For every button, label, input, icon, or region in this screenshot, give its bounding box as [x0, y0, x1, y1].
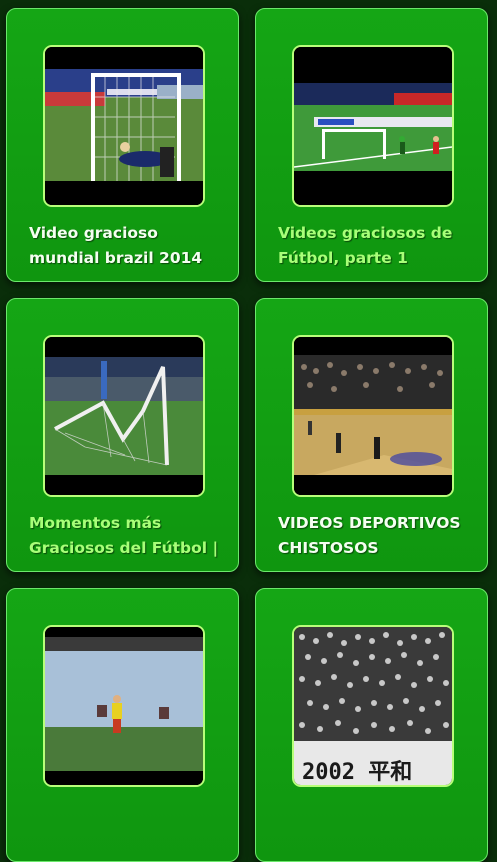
stadium-banner-text: 2002 平和 [302, 760, 412, 785]
video-card[interactable]: VIDEOS DEPORTIVOS CHISTOSOS [255, 298, 488, 572]
video-card[interactable] [6, 588, 239, 862]
video-title: Video gracioso mundial brazil 2014 [29, 224, 203, 267]
video-thumbnail[interactable]: 2002 平和 [292, 625, 454, 787]
video-thumbnail[interactable] [43, 625, 205, 787]
video-grid: Video gracioso mundial brazil 2014 Video… [0, 0, 497, 862]
goalkeeper-yellow-kit-thumbnail [45, 627, 203, 785]
video-thumbnail[interactable] [43, 45, 205, 207]
video-card[interactable]: Video gracioso mundial brazil 2014 [6, 8, 239, 282]
video-card[interactable]: Momentos más Graciosos del Fútbol | [6, 298, 239, 572]
video-title [278, 801, 478, 853]
video-title [29, 801, 229, 853]
video-title: Momentos más Graciosos del Fútbol | [29, 514, 219, 557]
video-thumbnail[interactable] [43, 335, 205, 497]
video-title: VIDEOS DEPORTIVOS CHISTOSOS [278, 514, 461, 557]
video-thumbnail[interactable] [292, 335, 454, 497]
video-card[interactable]: 2002 平和 [255, 588, 488, 862]
video-title: Videos graciosos de Fútbol, parte 1 [278, 224, 453, 267]
basketball-court-thumbnail [294, 337, 452, 495]
stadium-crowd-thumbnail: 2002 平和 [294, 627, 452, 785]
video-card[interactable]: Videos graciosos de Fútbol, parte 1 [255, 8, 488, 282]
goalkeeper-diving-thumbnail [45, 47, 203, 205]
video-thumbnail[interactable] [292, 45, 454, 207]
broken-goal-net-thumbnail [45, 337, 203, 495]
penalty-kick-thumbnail [294, 47, 452, 205]
